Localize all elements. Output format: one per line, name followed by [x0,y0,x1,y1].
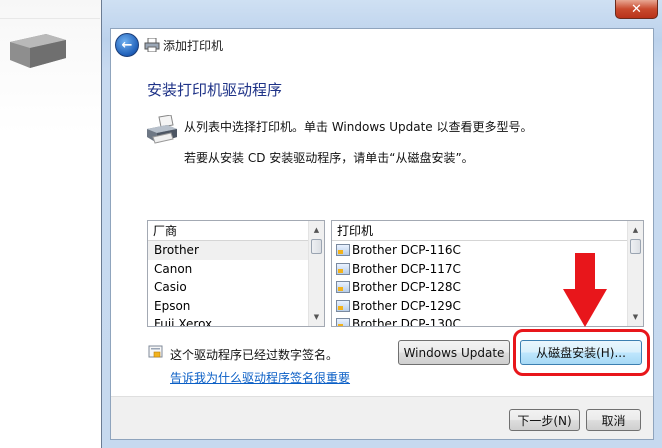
background-window [0,0,101,448]
cd-instruction-text: 若要从安装 CD 安装驱动程序，请单击“从磁盘安装”。 [184,151,474,165]
printer-driver-icon [336,281,350,294]
back-arrow-icon: ← [121,37,133,53]
printer-driver-icon [336,299,350,312]
printer-column-header: 打印机 [332,221,627,241]
scroll-up-icon[interactable]: ▲ [309,222,324,238]
cancel-button[interactable]: 取消 [586,409,641,431]
signature-status-text: 这个驱动程序已经过数字签名。 [170,348,339,362]
scroll-down-icon[interactable]: ▼ [309,309,324,325]
manufacturer-list[interactable]: 厂商 Brother Canon Casio Epson Fuji Xerox … [147,220,325,327]
instruction-text: 从列表中选择打印机。单击 Windows Update 以查看更多型号。 [184,120,533,134]
close-button[interactable]: ✕ [615,0,658,19]
page-heading: 安装打印机驱动程序 [147,81,283,99]
add-printer-dialog: ✕ ← 添加打印机 安装打印机驱动程序 从列表中选择打印机。单击 Windows… [101,0,662,448]
list-item[interactable]: Brother [148,241,308,260]
background-divider [0,18,100,19]
list-item[interactable]: Canon [148,260,308,279]
dialog-title: 添加打印机 [163,39,224,53]
signature-info-link[interactable]: 告诉我为什么驱动程序签名很重要 [170,369,350,386]
windows-update-button[interactable]: Windows Update [398,340,510,365]
scroll-up-icon[interactable]: ▲ [628,222,643,238]
printer-small-icon [144,38,160,52]
navigation-bar: ← 添加打印机 [111,29,653,61]
list-item[interactable]: Epson [148,297,308,316]
back-button[interactable]: ← [115,33,139,57]
signed-driver-icon [148,345,163,358]
list-item[interactable]: Fuji Xerox [148,315,308,326]
background-printer-icon [10,34,66,68]
manufacturer-scrollbar[interactable]: ▲ ▼ [308,221,324,326]
printer-driver-icon [336,262,350,275]
scroll-down-icon[interactable]: ▼ [628,309,643,325]
red-down-arrow-icon [563,253,607,327]
manufacturer-column-header: 厂商 [148,221,308,241]
next-button[interactable]: 下一步(N) [509,409,580,431]
annotation-highlight-box [513,329,650,376]
list-item[interactable]: Casio [148,278,308,297]
printer-scrollbar[interactable]: ▲ ▼ [627,221,643,326]
dialog-client-area: ← 添加打印机 安装打印机驱动程序 从列表中选择打印机。单击 Windows U… [110,28,654,440]
scroll-thumb[interactable] [311,239,322,254]
scroll-thumb[interactable] [630,239,641,254]
printer-driver-icon [336,244,350,257]
printer-icon [147,115,177,144]
printer-driver-icon [336,318,350,326]
